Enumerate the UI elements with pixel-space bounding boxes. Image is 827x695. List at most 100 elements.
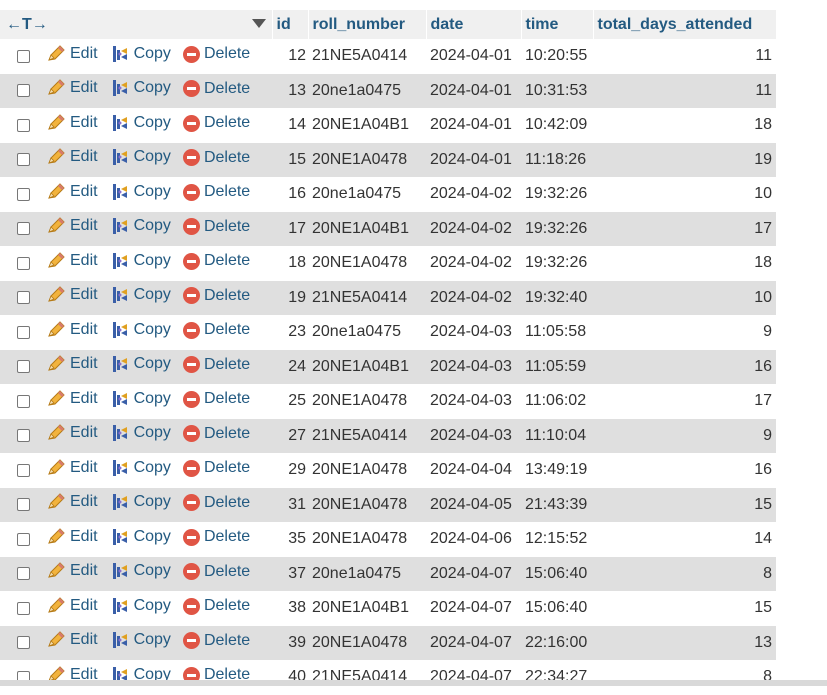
edit-button[interactable]: Edit bbox=[46, 390, 98, 408]
delete-button[interactable]: Delete bbox=[182, 356, 250, 374]
delete-button[interactable]: Delete bbox=[182, 632, 250, 650]
row-checkbox[interactable] bbox=[16, 84, 30, 98]
delete-button[interactable]: Delete bbox=[182, 218, 250, 236]
table-row[interactable]: Edit Copy Delete 15 20NE1A0478 2024-04-01 11:1… bbox=[0, 142, 776, 177]
delete-button[interactable]: Delete bbox=[182, 563, 250, 581]
delete-button[interactable]: Delete bbox=[182, 321, 250, 339]
edit-button[interactable]: Edit bbox=[46, 183, 98, 201]
table-row[interactable]: Edit Copy Delete 12 21NE5A0414 2024-04-01 10:2… bbox=[0, 39, 776, 74]
delete-button[interactable]: Delete bbox=[182, 494, 250, 512]
column-header-time[interactable]: time bbox=[521, 10, 594, 39]
delete-button[interactable]: Delete bbox=[182, 114, 250, 132]
table-row[interactable]: Edit Copy Delete 40 21NE5A0414 2024-04-07 22:3… bbox=[0, 660, 776, 695]
row-checkbox[interactable] bbox=[16, 498, 30, 512]
column-header-total-days-attended[interactable]: total_days_attended bbox=[593, 10, 777, 39]
edit-button[interactable]: Edit bbox=[46, 286, 98, 304]
column-header-roll-number[interactable]: roll_number bbox=[308, 10, 427, 39]
row-checkbox[interactable] bbox=[16, 256, 30, 270]
copy-button[interactable]: Copy bbox=[110, 424, 171, 442]
edit-button[interactable]: Edit bbox=[46, 321, 98, 339]
table-row[interactable]: Edit Copy Delete 23 20ne1a0475 2024-04-03 11:0… bbox=[0, 315, 776, 350]
copy-button[interactable]: Copy bbox=[110, 114, 171, 132]
row-checkbox[interactable] bbox=[16, 532, 30, 546]
copy-button[interactable]: Copy bbox=[110, 528, 171, 546]
table-row[interactable]: Edit Copy Delete 29 20NE1A0478 2024-04-04 13:4… bbox=[0, 453, 776, 488]
delete-button[interactable]: Delete bbox=[182, 459, 250, 477]
row-checkbox[interactable] bbox=[16, 567, 30, 581]
row-checkbox[interactable] bbox=[16, 463, 30, 477]
copy-button[interactable]: Copy bbox=[110, 355, 171, 373]
edit-button[interactable]: Edit bbox=[46, 597, 98, 615]
copy-button[interactable]: Copy bbox=[110, 321, 171, 339]
column-header-id[interactable]: id bbox=[272, 10, 309, 39]
table-row[interactable]: Edit Copy Delete 14 20NE1A04B1 2024-04-01 10:4… bbox=[0, 108, 776, 143]
edit-button[interactable]: Edit bbox=[46, 424, 98, 442]
row-checkbox[interactable] bbox=[16, 291, 30, 305]
delete-button[interactable]: Delete bbox=[182, 252, 250, 270]
row-checkbox[interactable] bbox=[16, 153, 30, 167]
copy-button[interactable]: Copy bbox=[110, 286, 171, 304]
table-row[interactable]: Edit Copy Delete 37 20ne1a0475 2024-04-07 15:0… bbox=[0, 556, 776, 591]
delete-button[interactable]: Delete bbox=[182, 425, 250, 443]
delete-button[interactable]: Delete bbox=[182, 149, 250, 167]
edit-button[interactable]: Edit bbox=[46, 148, 98, 166]
edit-button[interactable]: Edit bbox=[46, 355, 98, 373]
edit-button[interactable]: Edit bbox=[46, 631, 98, 649]
row-checkbox[interactable] bbox=[16, 222, 30, 236]
table-row[interactable]: Edit Copy Delete 39 20NE1A0478 2024-04-07 22:1… bbox=[0, 625, 776, 660]
copy-button[interactable]: Copy bbox=[110, 183, 171, 201]
row-checkbox[interactable] bbox=[16, 49, 30, 63]
delete-button[interactable]: Delete bbox=[182, 80, 250, 98]
cell-date: 2024-04-07 bbox=[426, 591, 521, 626]
table-row[interactable]: Edit Copy Delete 17 20NE1A04B1 2024-04-02 19:3… bbox=[0, 211, 776, 246]
table-row[interactable]: Edit Copy Delete 19 21NE5A0414 2024-04-02 19:3… bbox=[0, 280, 776, 315]
copy-button[interactable]: Copy bbox=[110, 217, 171, 235]
copy-button[interactable]: Copy bbox=[110, 148, 171, 166]
row-checkbox[interactable] bbox=[16, 325, 30, 339]
copy-button[interactable]: Copy bbox=[110, 79, 171, 97]
delete-button[interactable]: Delete bbox=[182, 597, 250, 615]
delete-button[interactable]: Delete bbox=[182, 528, 250, 546]
table-row[interactable]: Edit Copy Delete 25 20NE1A0478 2024-04-03 11:0… bbox=[0, 384, 776, 419]
edit-button[interactable]: Edit bbox=[46, 528, 98, 546]
delete-button[interactable]: Delete bbox=[182, 287, 250, 305]
column-header-date[interactable]: date bbox=[426, 10, 522, 39]
copy-button[interactable]: Copy bbox=[110, 597, 171, 615]
edit-button[interactable]: Edit bbox=[46, 562, 98, 580]
table-row[interactable]: Edit Copy Delete 38 20NE1A04B1 2024-04-07 15:0… bbox=[0, 591, 776, 626]
copy-button[interactable]: Copy bbox=[110, 562, 171, 580]
horizontal-scrollbar[interactable] bbox=[0, 680, 827, 686]
sort-dropdown-icon[interactable] bbox=[251, 19, 266, 28]
table-row[interactable]: Edit Copy Delete 16 20ne1a0475 2024-04-02 19:3… bbox=[0, 177, 776, 212]
table-row[interactable]: Edit Copy Delete 27 21NE5A0414 2024-04-03 11:1… bbox=[0, 418, 776, 453]
table-row[interactable]: Edit Copy Delete 35 20NE1A0478 2024-04-06 12:1… bbox=[0, 522, 776, 557]
copy-button[interactable]: Copy bbox=[110, 631, 171, 649]
edit-button[interactable]: Edit bbox=[46, 459, 98, 477]
delete-button[interactable]: Delete bbox=[182, 45, 250, 63]
copy-button[interactable]: Copy bbox=[110, 493, 171, 511]
row-checkbox[interactable] bbox=[16, 360, 30, 374]
copy-button[interactable]: Copy bbox=[110, 252, 171, 270]
row-checkbox[interactable] bbox=[16, 429, 30, 443]
edit-button[interactable]: Edit bbox=[46, 217, 98, 235]
edit-button[interactable]: Edit bbox=[46, 493, 98, 511]
copy-button[interactable]: Copy bbox=[110, 390, 171, 408]
delete-button[interactable]: Delete bbox=[182, 390, 250, 408]
row-checkbox[interactable] bbox=[16, 187, 30, 201]
table-row[interactable]: Edit Copy Delete 18 20NE1A0478 2024-04-02 19:3… bbox=[0, 246, 776, 281]
edit-button[interactable]: Edit bbox=[46, 114, 98, 132]
edit-button[interactable]: Edit bbox=[46, 45, 98, 63]
row-checkbox[interactable] bbox=[16, 636, 30, 650]
edit-button[interactable]: Edit bbox=[46, 79, 98, 97]
copy-button[interactable]: Copy bbox=[110, 45, 171, 63]
row-checkbox[interactable] bbox=[16, 394, 30, 408]
edit-button[interactable]: Edit bbox=[46, 252, 98, 270]
table-row[interactable]: Edit Copy Delete 24 20NE1A04B1 2024-04-03 11:0… bbox=[0, 349, 776, 384]
copy-button[interactable]: Copy bbox=[110, 459, 171, 477]
column-resize-arrows-icon[interactable]: ←T→ bbox=[4, 16, 48, 34]
row-checkbox[interactable] bbox=[16, 118, 30, 132]
row-checkbox[interactable] bbox=[16, 601, 30, 615]
table-row[interactable]: Edit Copy Delete 13 20ne1a0475 2024-04-01 10:3… bbox=[0, 73, 776, 108]
table-row[interactable]: Edit Copy Delete 31 20NE1A0478 2024-04-05 21:4… bbox=[0, 487, 776, 522]
delete-button[interactable]: Delete bbox=[182, 183, 250, 201]
